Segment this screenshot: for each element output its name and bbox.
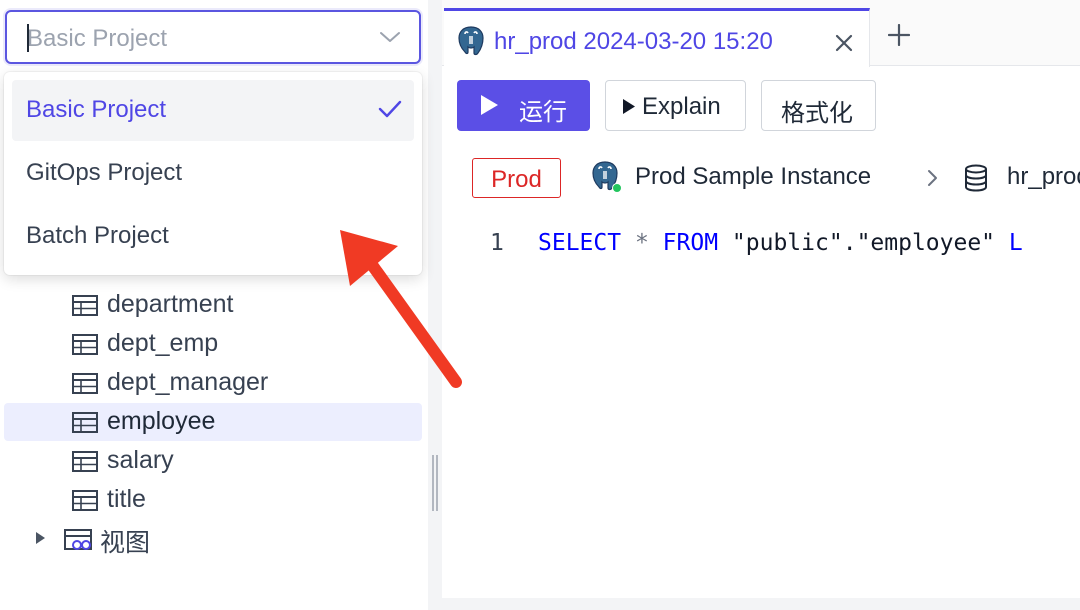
table-icon [72,334,98,355]
tree-item-label: salary [107,446,174,474]
left-panel: Basic Project Basic Project GitOps Proje… [0,0,428,610]
panel-splitter[interactable] [428,0,442,610]
play-icon [481,95,498,115]
code-line: SELECT * FROM "public"."employee" L [538,230,1023,256]
tree-item-label: employee [107,407,216,435]
project-option-label: Batch Project [26,222,169,249]
tab-hr-prod[interactable]: hr_prod 2024-03-20 15:20 [444,8,870,67]
text-caret [27,24,29,52]
project-option-gitops[interactable]: GitOps Project [12,143,414,204]
tree-item-label: dept_emp [107,329,219,357]
line-number: 1 [490,230,504,256]
project-option-batch[interactable]: Batch Project [12,206,414,267]
tree-item-label: title [107,485,146,513]
tree-item-title[interactable]: title [4,481,422,519]
format-button-label: 格式化 [781,100,853,127]
sql-editor[interactable]: 1 SELECT * FROM "public"."employee" L [442,215,1080,610]
database-icon [965,164,987,192]
tree-item-label: department [107,290,234,318]
tree-item-views[interactable]: 视图 [30,519,420,559]
environment-badge: Prod [472,158,561,198]
connection-breadcrumb: Prod Prod Sample Instance hr_prod [442,152,1080,204]
instance-name[interactable]: Prod Sample Instance [635,163,871,191]
explain-button[interactable]: Explain [605,80,746,131]
table-icon [72,451,98,472]
project-select-value: Basic Project [27,25,168,52]
run-button[interactable]: 运行 [457,80,590,131]
tab-bar: hr_prod 2024-03-20 15:20 [442,0,1080,67]
database-name[interactable]: hr_prod [1007,163,1080,191]
explain-button-label: Explain [642,93,721,120]
keyword-select: SELECT [538,230,622,256]
postgresql-icon [458,26,484,56]
table-icon [72,490,98,511]
keyword-partial: L [1008,230,1023,256]
identifier-dot: . [842,230,857,256]
play-icon [623,99,635,114]
run-button-label: 运行 [519,99,567,126]
chevron-down-icon[interactable] [379,30,401,44]
view-icon [64,529,92,550]
splitter-handle-icon[interactable] [432,455,438,511]
project-select[interactable]: Basic Project [5,10,421,64]
project-option-basic[interactable]: Basic Project [12,80,414,141]
editor-panel: hr_prod 2024-03-20 15:20 运行 Explain 格式化 … [442,0,1080,610]
environment-label: Prod [491,166,542,193]
chevron-right-icon [928,170,937,186]
project-option-label: GitOps Project [26,159,183,186]
tree-item-salary[interactable]: salary [4,442,422,480]
tree-item-dept-manager[interactable]: dept_manager [4,364,422,402]
check-icon [378,100,402,118]
caret-right-icon[interactable] [34,531,46,545]
tree-item-label: 视图 [100,529,151,557]
project-option-label: Basic Project [26,96,167,123]
table-icon [72,412,98,433]
close-icon[interactable] [834,33,854,53]
format-button[interactable]: 格式化 [761,80,876,131]
table-icon [72,373,98,394]
editor-toolbar: 运行 Explain 格式化 [442,78,1080,134]
tree-item-dept-emp[interactable]: dept_emp [4,325,422,363]
keyword-from: FROM [662,230,719,256]
tree-item-employee[interactable]: employee [4,403,422,441]
operator-star: * [634,230,649,256]
identifier-table: "employee" [856,230,996,256]
project-dropdown: Basic Project GitOps Project Batch Proje… [4,72,422,275]
editor-bottom-edge [442,598,1080,610]
identifier-schema: "public" [731,230,843,256]
tree-item-label: dept_manager [107,368,269,396]
tree-item-department[interactable]: department [4,286,422,324]
tab-title: hr_prod 2024-03-20 15:20 [494,28,773,55]
instance-status-dot [612,183,622,193]
table-icon [72,295,98,316]
plus-icon[interactable] [888,24,910,46]
